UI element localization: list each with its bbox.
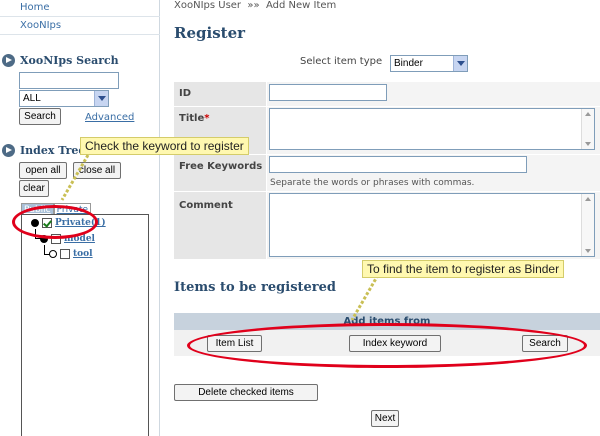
pointer-line — [60, 154, 90, 201]
callout-binder: To find the item to register as Binder — [362, 260, 565, 278]
highlight-ellipse-buttons — [187, 323, 587, 368]
pointer-line — [350, 274, 380, 321]
highlight-ellipse-tree — [12, 205, 98, 239]
